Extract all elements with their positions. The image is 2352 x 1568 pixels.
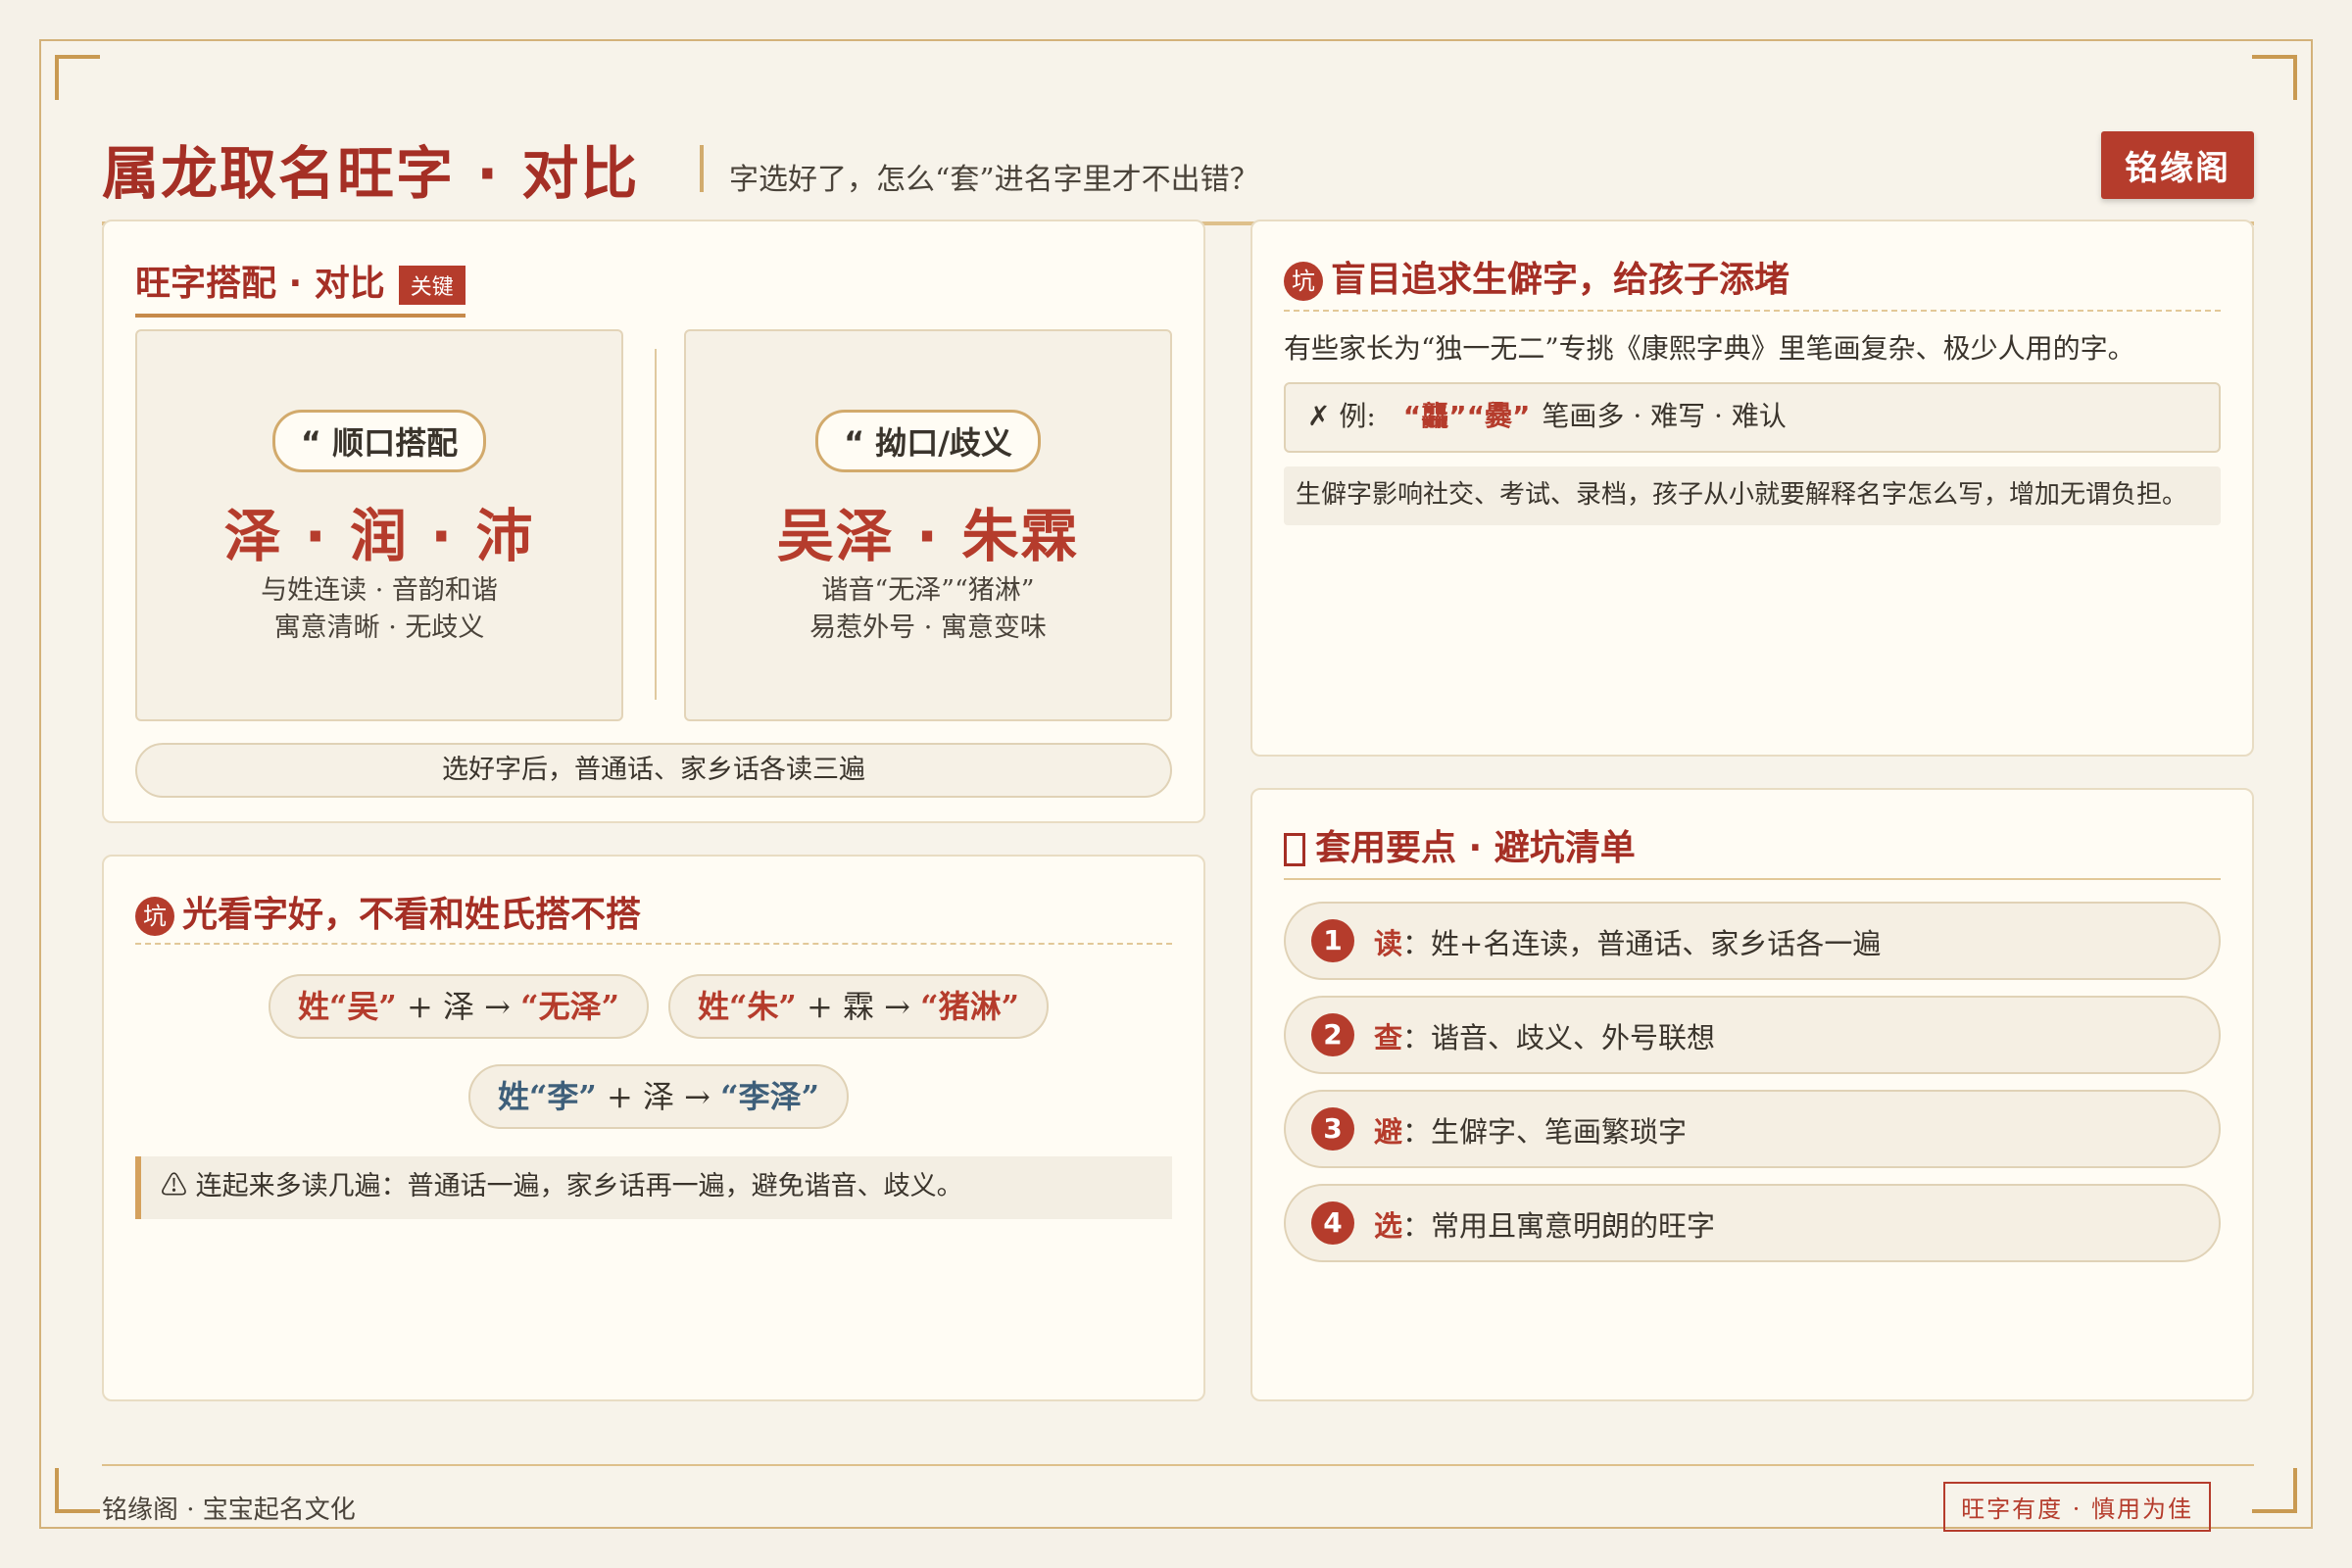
item-number: 2 (1311, 1013, 1354, 1056)
bad-chars: 吴泽 · 朱霖 (776, 503, 1080, 569)
bad-note-1: 谐音“无泽”“猪淋” (821, 575, 1035, 606)
good-note-1: 与姓连读 · 音韵和谐 (261, 575, 498, 606)
rare-example: ✗ 例: “龘”“爨” 笔画多 · 难写 · 难认 (1284, 382, 2221, 453)
example-surname: 姓“吴” (298, 988, 397, 1025)
dashed-divider (135, 943, 1172, 945)
example-chars: “龘”“爨” (1402, 400, 1531, 432)
example-result: “李泽” (720, 1078, 819, 1115)
rare-note: 生僻字影响社交、考试、录档，孩子从小就要解释名字怎么写，增加无谓负担。 (1284, 466, 2221, 525)
good-example-card: “ 顺口搭配 泽 · 润 · 沛 与姓连读 · 音韵和谐 寓意清晰 · 无歧义 (135, 329, 623, 721)
warning-note: ⚠ 连起来多读几遍：普通话一遍，家乡话再一遍，避免谐音、歧义。 (135, 1156, 1172, 1219)
compare-panel: 旺字搭配 · 对比 关键 “ 顺口搭配 泽 · 润 · 沛 与姓连读 · 音韵和谐… (102, 220, 1205, 823)
corner-ornament (55, 55, 100, 100)
item-desc: ：常用且寓意明朗的旺字 (1402, 1209, 1716, 1243)
compare-title: 旺字搭配 · 对比 关键 (135, 255, 466, 318)
page-subtitle: 字选好了，怎么“套”进名字里才不出错？ (729, 163, 1259, 197)
item-desc: ：生僻字、笔画繁琐字 (1402, 1115, 1688, 1149)
bad-example-card: “ 拗口/歧义 吴泽 · 朱霖 谐音“无泽”“猪淋” 易惹外号 · 寓意变味 (684, 329, 1172, 721)
checklist-panel: 套用要点 · 避坑清单 1 读：姓+名连读，普通话、家乡话各一遍 2 查：谐音、… (1250, 788, 2254, 1401)
checklist-title-text: 套用要点 · 避坑清单 (1315, 828, 1636, 868)
check-icon (1284, 833, 1305, 866)
dashed-divider (1284, 310, 2221, 312)
checklist-item: 3 避：生僻字、笔画繁琐字 (1284, 1090, 2221, 1168)
surname-example: 姓“李” + 泽 → “李泽” (468, 1064, 849, 1129)
example-plus: + 霖 → (796, 988, 921, 1025)
checklist-title: 套用要点 · 避坑清单 (1284, 819, 1636, 870)
checklist-divider (1284, 878, 2221, 880)
example-plus: + 泽 → (596, 1078, 721, 1115)
surname-title-text: 光看字好，不看和姓氏搭不搭 (182, 895, 642, 935)
title-divider (700, 145, 704, 192)
header: 属龙取名旺字 · 对比 字选好了，怎么“套”进名字里才不出错？ 铭缘阁 (102, 88, 2254, 207)
item-key: 选 (1374, 1209, 1403, 1243)
compare-divider (655, 349, 657, 700)
item-key: 查 (1374, 1021, 1403, 1054)
item-text: 查：谐音、歧义、外号联想 (1374, 1015, 1715, 1056)
item-number: 3 (1311, 1107, 1354, 1151)
page-frame: 属龙取名旺字 · 对比 字选好了，怎么“套”进名字里才不出错？ 铭缘阁 旺字搭配… (39, 39, 2313, 1532)
surname-example: 姓“朱” + 霖 → “猪淋” (668, 974, 1049, 1039)
bad-label: “ 拗口/歧义 (815, 410, 1041, 472)
item-desc: ：谐音、歧义、外号联想 (1402, 1021, 1716, 1054)
example-surname: 姓“朱” (698, 988, 797, 1025)
footer-text: 铭缘阁 · 宝宝起名文化 (102, 1495, 356, 1525)
example-surname: 姓“李” (498, 1078, 597, 1115)
example-prefix: ✗ 例: (1307, 400, 1376, 432)
item-key: 读 (1374, 927, 1403, 960)
surname-example: 姓“吴” + 泽 → “无泽” (269, 974, 649, 1039)
example-result: “猪淋” (920, 988, 1019, 1025)
item-number: 4 (1311, 1201, 1354, 1245)
item-text: 避：生僻字、笔画繁琐字 (1374, 1109, 1687, 1151)
compare-tip: 选好字后，普通话、家乡话各读三遍 (135, 743, 1172, 798)
brand-badge: 铭缘阁 (2101, 131, 2254, 199)
item-key: 避 (1374, 1115, 1403, 1149)
page-title: 属龙取名旺字 · 对比 (102, 140, 640, 207)
item-text: 选：常用且寓意明朗的旺字 (1374, 1203, 1715, 1245)
footer-stamp: 旺字有度 · 慎用为佳 (1943, 1482, 2211, 1532)
example-result: “无泽” (520, 988, 619, 1025)
footer-divider (102, 1464, 2254, 1466)
compare-title-text: 旺字搭配 · 对比 (135, 264, 385, 304)
checklist-item: 2 查：谐音、歧义、外号联想 (1284, 996, 2221, 1074)
item-desc: ：姓+名连读，普通话、家乡话各一遍 (1402, 927, 1882, 960)
rare-char-panel: 坑盲目追求生僻字，给孩子添堵 有些家长为“独一无二”专挑《康熙字典》里笔画复杂、… (1250, 220, 2254, 757)
item-text: 读：姓+名连读，普通话、家乡话各一遍 (1374, 921, 1881, 962)
corner-ornament (55, 1468, 100, 1513)
rare-description: 有些家长为“独一无二”专挑《康熙字典》里笔画复杂、极少人用的字。 (1284, 332, 2135, 365)
good-label: “ 顺口搭配 (271, 410, 487, 472)
surname-title: 坑光看字好，不看和姓氏搭不搭 (135, 886, 641, 937)
good-note-2: 寓意清晰 · 无歧义 (273, 612, 485, 643)
example-note: 笔画多 · 难写 · 难认 (1542, 400, 1787, 432)
checklist-item: 4 选：常用且寓意明朗的旺字 (1284, 1184, 2221, 1262)
corner-ornament (2252, 55, 2297, 100)
example-plus: + 泽 → (396, 988, 521, 1025)
checklist-item: 1 读：姓+名连读，普通话、家乡话各一遍 (1284, 902, 2221, 980)
rare-title-text: 盲目追求生僻字，给孩子添堵 (1331, 260, 1790, 300)
bad-note-2: 易惹外号 · 寓意变味 (809, 612, 1047, 643)
good-chars: 泽 · 润 · 沛 (223, 503, 535, 569)
item-number: 1 (1311, 919, 1354, 962)
surname-panel: 坑光看字好，不看和姓氏搭不搭 姓“吴” + 泽 → “无泽” 姓“朱” + 霖 … (102, 855, 1205, 1401)
corner-ornament (2252, 1468, 2297, 1513)
rare-title: 坑盲目追求生僻字，给孩子添堵 (1284, 251, 1789, 302)
pit-icon: 坑 (1284, 262, 1323, 301)
pit-icon: 坑 (135, 897, 174, 936)
key-badge: 关键 (398, 266, 466, 305)
